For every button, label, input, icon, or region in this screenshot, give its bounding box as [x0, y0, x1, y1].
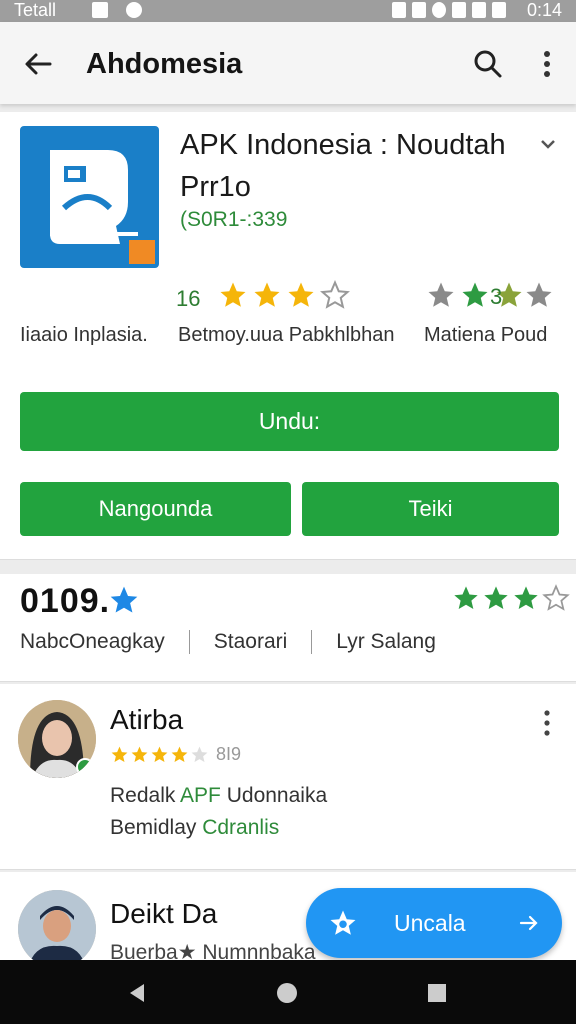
carrier-label: Tetall	[14, 0, 57, 20]
status-icons	[392, 2, 506, 18]
star-outline-icon	[542, 584, 570, 611]
review-text: Bemidlay	[110, 816, 203, 839]
rating-stars-gold	[218, 280, 350, 310]
rating-value: 0109.	[20, 582, 111, 620]
bluetooth-icon	[392, 2, 406, 18]
recents-nav-icon[interactable]	[426, 982, 448, 1004]
star-outline-icon	[191, 746, 208, 762]
floating-action-button[interactable]: Uncala	[306, 888, 562, 958]
star-icon	[288, 282, 314, 307]
star-icon	[428, 282, 454, 307]
tab-2[interactable]: Lyr Salang	[336, 630, 436, 654]
notification-icon	[126, 2, 142, 18]
more-vert-icon[interactable]	[536, 48, 558, 80]
star-badge-icon	[330, 910, 356, 935]
star-icon	[514, 586, 538, 609]
star-icon	[454, 586, 478, 609]
meta-right: Matiena Poud	[424, 324, 548, 346]
alarm-icon	[432, 2, 446, 18]
avatar[interactable]	[18, 700, 96, 778]
vibrate-icon	[412, 2, 426, 18]
home-nav-icon[interactable]	[276, 982, 298, 1004]
tab-0[interactable]: NabcOneagkay	[20, 630, 165, 654]
back-arrow-icon[interactable]	[22, 48, 54, 80]
review-text-line2: Bemidlay Cdranlis	[110, 816, 279, 840]
star-icon	[110, 586, 138, 613]
app-logo-icon	[20, 126, 159, 268]
review-text-line1: Redalk APF Udonnaika	[110, 784, 327, 808]
app-bar: Ahdomesia	[0, 22, 576, 104]
rating-tabs: NabcOneagkay Staorari Lyr Salang	[20, 630, 436, 654]
star-icon	[131, 746, 148, 762]
star-outline-icon	[320, 280, 350, 309]
review-count: 8I9	[216, 744, 242, 764]
download-button[interactable]: Undu:	[20, 392, 559, 451]
chevron-down-icon[interactable]	[538, 134, 558, 154]
status-bar: Tetall 0:14	[0, 0, 576, 22]
star-icon	[220, 282, 246, 307]
star-icon	[151, 746, 168, 762]
fab-label: Uncala	[394, 910, 466, 936]
app-title: APK Indonesia : Noudtah Prr1o	[180, 124, 525, 208]
back-nav-icon[interactable]	[126, 982, 148, 1004]
badge-icon	[129, 240, 155, 264]
avatar[interactable]	[18, 890, 96, 968]
review-highlight: Cdranlis	[202, 816, 280, 839]
signal-icon	[472, 2, 486, 18]
star-icon	[254, 282, 280, 307]
star-icon	[484, 586, 508, 609]
verified-icon	[76, 758, 94, 776]
app-subtitle: (S0R1-:339	[180, 208, 288, 231]
meta-left: Iiaaio Inplasia.	[20, 324, 148, 346]
star-icon	[111, 746, 128, 762]
battery-icon	[492, 2, 506, 18]
image-icon	[92, 2, 108, 18]
reviewer-name: Atirba	[110, 704, 184, 735]
star-icon	[462, 282, 488, 307]
review-item: Atirba 8I9 Redalk APF Udonnaika Bemidlay…	[0, 684, 576, 870]
clock: 0:14	[526, 0, 562, 20]
wifi-icon	[452, 2, 466, 18]
app-card: APK Indonesia : Noudtah Prr1o (S0R1-:339…	[0, 112, 576, 560]
star-icon	[526, 282, 552, 307]
page-title: Ahdomesia	[86, 48, 243, 80]
search-icon[interactable]	[472, 48, 504, 80]
stat-number-b: 3	[490, 284, 503, 309]
stat-number: 16	[176, 286, 201, 311]
divider	[311, 630, 313, 654]
review-highlight: APF	[180, 784, 221, 807]
rating-section: 0109. NabcOneagkay Staorari Lyr Salang	[0, 574, 576, 682]
meta-center: Betmoy.uua Pabkhlbhan	[178, 324, 395, 346]
more-vert-icon[interactable]	[540, 708, 554, 738]
secondary-left-button[interactable]: Nangounda	[20, 482, 291, 536]
star-icon	[171, 746, 188, 762]
review-text: Redalk	[110, 784, 181, 807]
system-nav-bar	[0, 960, 576, 1024]
reviewer-name: Deikt Da	[110, 898, 218, 929]
rating-stars-mixed: 3	[426, 280, 554, 310]
app-title-line2: Prr1o	[180, 171, 251, 203]
rating-green-stars	[452, 584, 570, 612]
app-title-line1: APK Indonesia : Noudtah	[180, 129, 506, 161]
secondary-right-button[interactable]: Teiki	[302, 482, 559, 536]
review-stars: 8I9	[110, 744, 241, 765]
divider	[188, 630, 190, 654]
tab-1[interactable]: Staorari	[214, 630, 288, 654]
arrow-right-icon	[519, 915, 538, 931]
review-text: Udonnaika	[220, 784, 328, 807]
